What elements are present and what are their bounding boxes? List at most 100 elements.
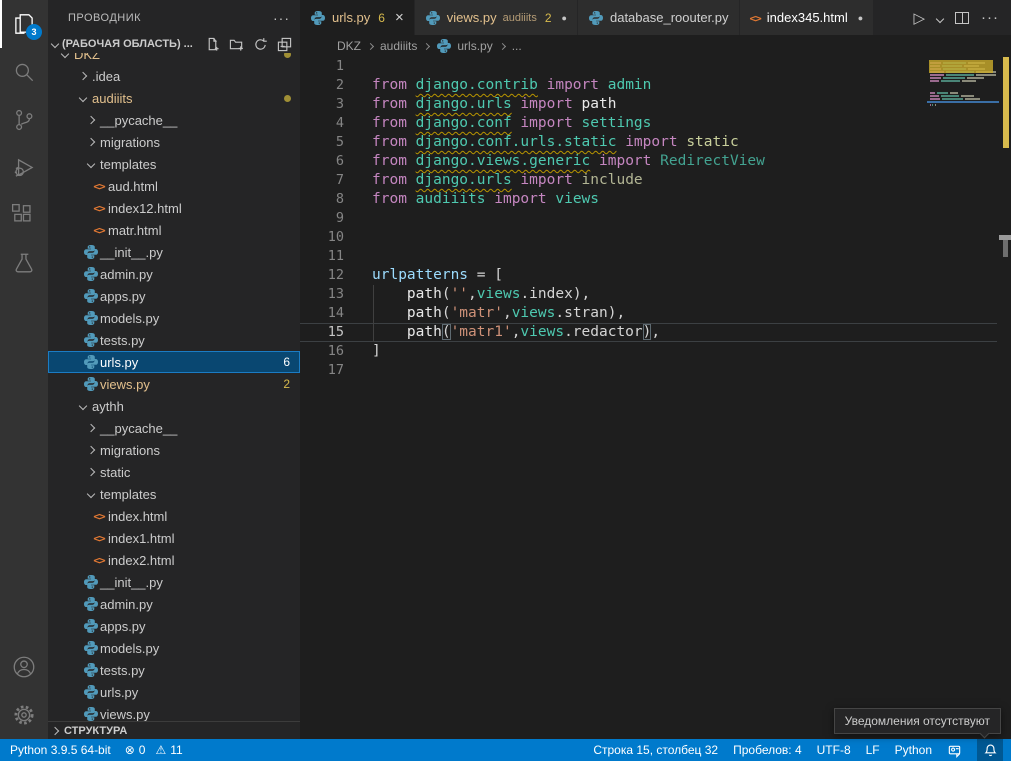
tree-file-index12-html[interactable]: <>index12.html — [48, 197, 300, 219]
tree-file-tests-py[interactable]: tests.py — [48, 659, 300, 681]
html-file-icon: <> — [750, 10, 761, 25]
modified-dot-icon[interactable]: ● — [562, 13, 567, 23]
collapse-all-icon[interactable] — [277, 37, 292, 52]
tree-folder--pycache-[interactable]: __pycache__ — [48, 417, 300, 439]
activity-item-run-debug[interactable] — [0, 144, 48, 192]
overview-ruler[interactable] — [1000, 57, 1011, 739]
git-modified-dot — [284, 53, 291, 58]
tree-folder--idea[interactable]: .idea — [48, 65, 300, 87]
tree-file--init-py[interactable]: __init__.py — [48, 571, 300, 593]
chevron-right-icon — [82, 447, 100, 453]
run-dropdown-icon[interactable] — [937, 9, 943, 27]
code-line: 12urlpatterns = [ — [300, 266, 1011, 285]
activity-item-extensions[interactable] — [0, 192, 48, 240]
new-folder-icon[interactable] — [229, 37, 244, 52]
tree-file-models-py[interactable]: models.py — [48, 637, 300, 659]
tree-file-admin-py[interactable]: admin.py — [48, 593, 300, 615]
tree-item-label: tests.py — [100, 333, 145, 348]
tree-file--init-py[interactable]: __init__.py — [48, 241, 300, 263]
breadcrumb-item[interactable]: ... — [512, 39, 522, 53]
status-notifications[interactable] — [977, 739, 1003, 761]
new-file-icon[interactable] — [205, 37, 220, 52]
file-tree: DKZ.ideaaudiiits__pycache__migrationstem… — [48, 53, 300, 721]
outline-section-header[interactable]: СТРУКТУРА — [48, 721, 300, 739]
tree-file-tests-py[interactable]: tests.py — [48, 329, 300, 351]
modified-dot-icon[interactable]: ● — [858, 13, 863, 23]
status-indentation[interactable]: Пробелов: 4 — [733, 743, 802, 757]
more-actions-icon[interactable]: ··· — [273, 10, 290, 26]
file-tree-viewport: DKZ.ideaaudiiits__pycache__migrationstem… — [48, 53, 300, 721]
tree-folder-migrations[interactable]: migrations — [48, 131, 300, 153]
tree-folder--pycache-[interactable]: __pycache__ — [48, 109, 300, 131]
line-number: 17 — [300, 361, 344, 380]
tree-item-label: static — [100, 465, 130, 480]
tree-file-admin-py[interactable]: admin.py — [48, 263, 300, 285]
tree-file-aud-html[interactable]: <>aud.html — [48, 175, 300, 197]
status-eol[interactable]: LF — [866, 743, 880, 757]
tree-file-apps-py[interactable]: apps.py — [48, 615, 300, 637]
tree-folder-templates[interactable]: templates — [48, 153, 300, 175]
line-number: 1 — [300, 57, 344, 76]
activity-item-explorer[interactable]: 3 — [0, 0, 48, 48]
chevron-right-icon — [82, 469, 100, 475]
overview-warning-marks — [1003, 57, 1009, 148]
activity-item-search[interactable] — [0, 48, 48, 96]
code-text — [344, 361, 372, 380]
tree-file-index1-html[interactable]: <>index1.html — [48, 527, 300, 549]
activity-item-source-control[interactable] — [0, 96, 48, 144]
tree-folder-migrations[interactable]: migrations — [48, 439, 300, 461]
tree-folder-templates[interactable]: templates — [48, 483, 300, 505]
activity-item-account[interactable] — [0, 643, 48, 691]
activity-item-settings[interactable] — [0, 691, 48, 739]
code-text: path('matr1',views.redactor), — [344, 323, 660, 342]
tree-file-urls-py[interactable]: urls.py6 — [48, 351, 300, 373]
status-bar: Python 3.9.5 64-bit ⊗0⚠11 Строка 15, стол… — [0, 739, 1011, 761]
tree-folder-audiiits[interactable]: audiiits — [48, 87, 300, 109]
tab-urls-py[interactable]: urls.py6× — [300, 0, 415, 35]
tree-file-views-py[interactable]: views.py2 — [48, 373, 300, 395]
tab-database-roouter-py[interactable]: database_roouter.py — [578, 0, 740, 35]
split-editor-icon[interactable] — [955, 12, 969, 24]
run-button[interactable]: ▷ — [913, 9, 925, 27]
tree-file-views-py[interactable]: views.py — [48, 703, 300, 721]
close-icon[interactable]: × — [395, 10, 404, 25]
tree-folder-aythh[interactable]: aythh — [48, 395, 300, 417]
tree-item-label: admin.py — [100, 597, 153, 612]
code-line: 2from django.contrib import admin — [300, 76, 1011, 95]
activity-item-testing[interactable] — [0, 240, 48, 288]
tree-file-index-html[interactable]: <>index.html — [48, 505, 300, 527]
tree-file-apps-py[interactable]: apps.py — [48, 285, 300, 307]
workspace-section-header[interactable]: (РАБОЧАЯ ОБЛАСТЬ) ... — [48, 35, 300, 53]
status-problems[interactable]: ⊗0⚠11 — [125, 743, 183, 757]
minimap-line — [930, 104, 936, 106]
refresh-icon[interactable] — [253, 37, 268, 52]
breadcrumb-item[interactable]: urls.py — [436, 38, 492, 54]
tab-views-py[interactable]: views.pyaudiiits2● — [415, 0, 578, 35]
tree-item-label: audiiits — [92, 91, 132, 106]
sidebar-explorer: ПРОВОДНИК ··· (РАБОЧАЯ ОБЛАСТЬ) ... DKZ.… — [48, 0, 300, 739]
tab-index345-html[interactable]: <>index345.html● — [740, 0, 875, 35]
tree-file-index2-html[interactable]: <>index2.html — [48, 549, 300, 571]
status-cursor-position[interactable]: Строка 15, столбец 32 — [593, 743, 718, 757]
status-encoding[interactable]: UTF-8 — [817, 743, 851, 757]
tree-item-label: DKZ — [74, 53, 100, 62]
tree-file-urls-py[interactable]: urls.py — [48, 681, 300, 703]
tree-file-matr-html[interactable]: <>matr.html — [48, 219, 300, 241]
code-line: 7from django.urls import include — [300, 171, 1011, 190]
more-actions-icon[interactable]: ··· — [981, 9, 999, 26]
breadcrumb-label: audiiits — [380, 39, 417, 53]
error-count: 0 — [139, 743, 146, 757]
breadcrumb-item[interactable]: DKZ — [337, 39, 361, 53]
line-number: 15 — [300, 323, 344, 342]
tree-file-models-py[interactable]: models.py — [48, 307, 300, 329]
python-file-icon — [436, 38, 452, 54]
minimap[interactable] — [927, 57, 999, 177]
breadcrumb-item[interactable]: audiiits — [380, 39, 417, 53]
tree-folder-dkz[interactable]: DKZ — [48, 53, 300, 65]
scrollbar-slider[interactable] — [1003, 240, 1008, 257]
status-feedback[interactable] — [947, 743, 962, 758]
code-editor[interactable]: 12from django.contrib import admin3from … — [300, 57, 1011, 739]
status-python-interpreter[interactable]: Python 3.9.5 64-bit — [10, 743, 111, 757]
status-language-mode[interactable]: Python — [895, 743, 932, 757]
tree-folder-static[interactable]: static — [48, 461, 300, 483]
